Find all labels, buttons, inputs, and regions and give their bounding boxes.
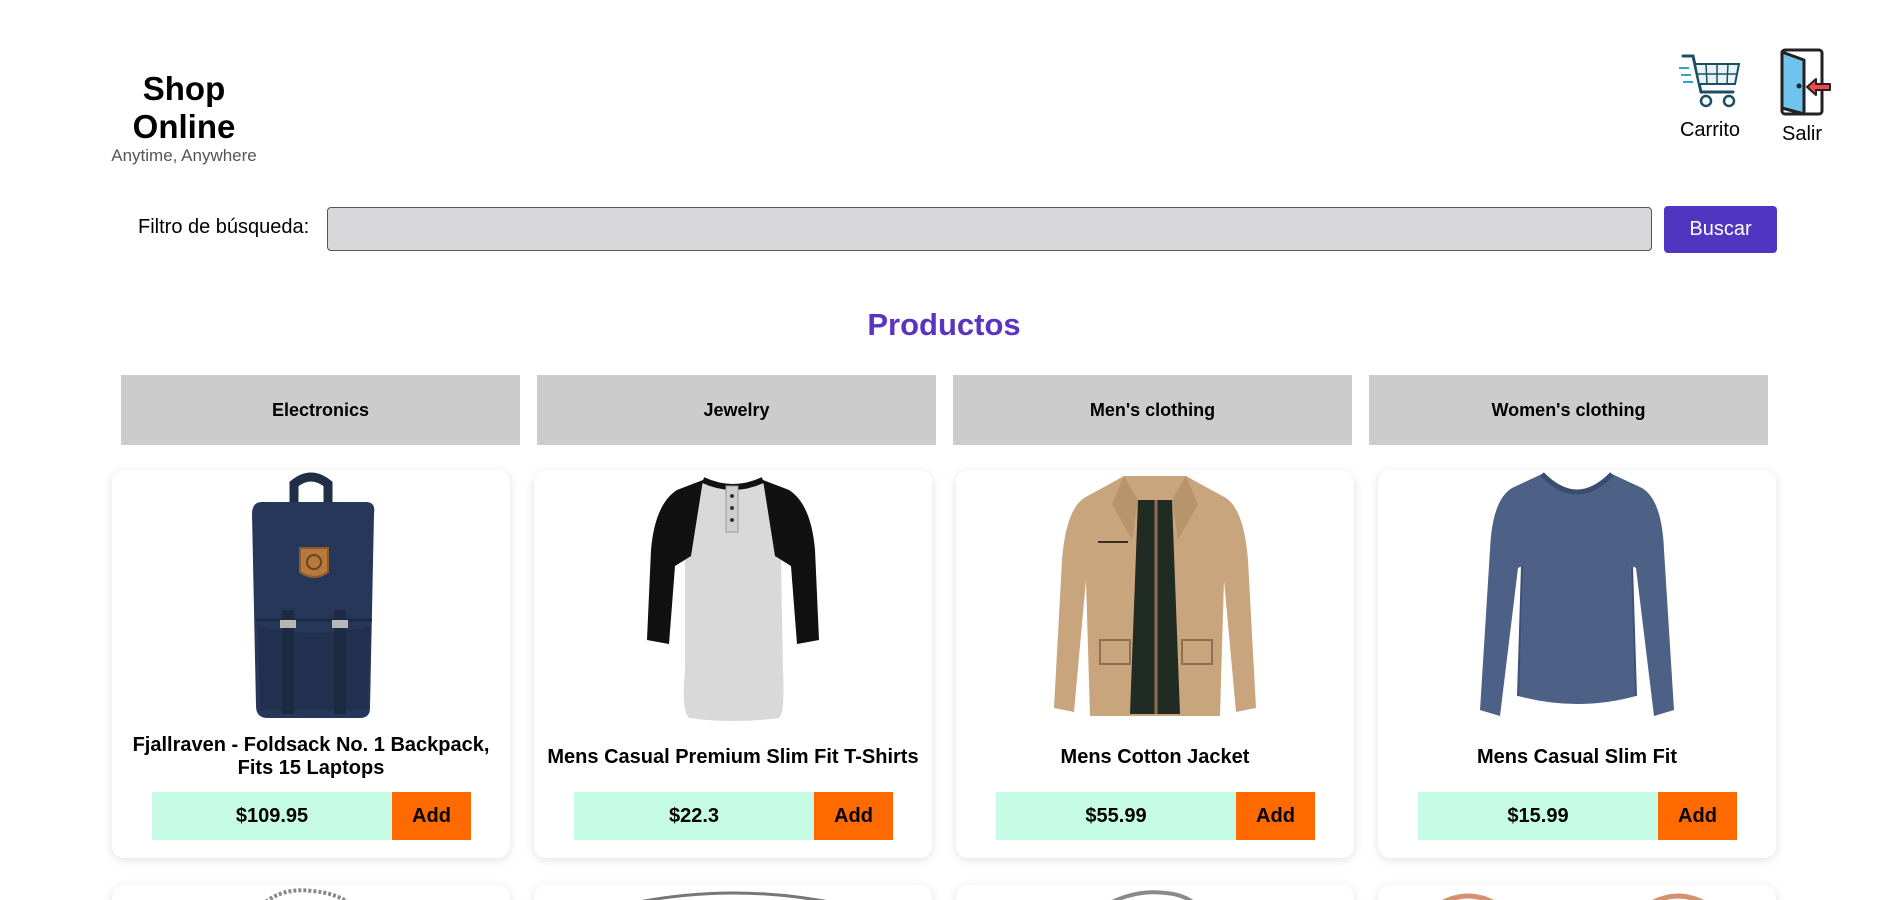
category-mens-clothing[interactable]: Men's clothing xyxy=(953,375,1352,445)
brand: Shop Online Anytime, Anywhere xyxy=(87,70,281,166)
cotton-jacket-image xyxy=(956,470,1354,724)
product-image-partial xyxy=(1111,890,1194,900)
logout-label: Salir xyxy=(1781,123,1822,145)
logout-button[interactable]: Salir xyxy=(1762,48,1842,146)
section-title: Productos xyxy=(867,307,1021,342)
exit-door-icon xyxy=(1780,48,1831,116)
add-to-cart-button[interactable]: Add xyxy=(1658,792,1737,840)
product-card-partial xyxy=(534,885,932,900)
category-tabs: Electronics Jewelry Men's clothing Women… xyxy=(121,375,1768,445)
product-grid: Fjallraven - Foldsack No. 1 Backpack, Fi… xyxy=(112,470,1776,858)
brand-subtitle: Anytime, Anywhere xyxy=(111,146,257,165)
search-input[interactable] xyxy=(327,207,1652,251)
product-card-partial xyxy=(1378,885,1776,900)
shopping-cart-icon xyxy=(1679,54,1741,108)
product-image-partial xyxy=(1442,893,1704,900)
raglan-tshirt-image xyxy=(534,470,932,724)
brand-title: Shop Online xyxy=(132,70,236,145)
cart-label: Carrito xyxy=(1679,119,1740,141)
category-electronics[interactable]: Electronics xyxy=(121,375,520,445)
product-price: $109.95 xyxy=(152,792,392,840)
longsleeve-shirt-image xyxy=(1378,470,1776,724)
product-price: $15.99 xyxy=(1418,792,1658,840)
product-card: Mens Cotton Jacket $55.99 Add xyxy=(956,470,1354,858)
product-image-partial xyxy=(641,891,827,900)
product-card-partial xyxy=(112,885,510,900)
product-image-partial xyxy=(265,888,349,900)
product-card: Mens Casual Premium Slim Fit T-Shirts $2… xyxy=(534,470,932,858)
product-title: Mens Cotton Jacket xyxy=(1060,745,1250,768)
product-card: Fjallraven - Foldsack No. 1 Backpack, Fi… xyxy=(112,470,510,858)
cart-button[interactable]: Carrito xyxy=(1670,48,1750,142)
category-womens-clothing[interactable]: Women's clothing xyxy=(1369,375,1768,445)
product-title: Mens Casual Premium Slim Fit T-Shirts xyxy=(547,745,919,768)
product-title: Mens Casual Slim Fit xyxy=(1476,745,1678,768)
add-to-cart-button[interactable]: Add xyxy=(392,792,471,840)
backpack-image xyxy=(112,470,510,724)
add-to-cart-button[interactable]: Add xyxy=(814,792,893,840)
product-price: $55.99 xyxy=(996,792,1236,840)
next-product-row xyxy=(112,885,1776,900)
product-card-partial xyxy=(956,885,1354,900)
search-label: Filtro de búsqueda: xyxy=(138,216,310,238)
category-jewelry[interactable]: Jewelry xyxy=(537,375,936,445)
product-price: $22.3 xyxy=(574,792,814,840)
product-card: Mens Casual Slim Fit $15.99 Add xyxy=(1378,470,1776,858)
product-title: Fjallraven - Foldsack No. 1 Backpack, Fi… xyxy=(132,734,490,779)
search-button[interactable]: Buscar xyxy=(1664,206,1777,253)
add-to-cart-button[interactable]: Add xyxy=(1236,792,1315,840)
